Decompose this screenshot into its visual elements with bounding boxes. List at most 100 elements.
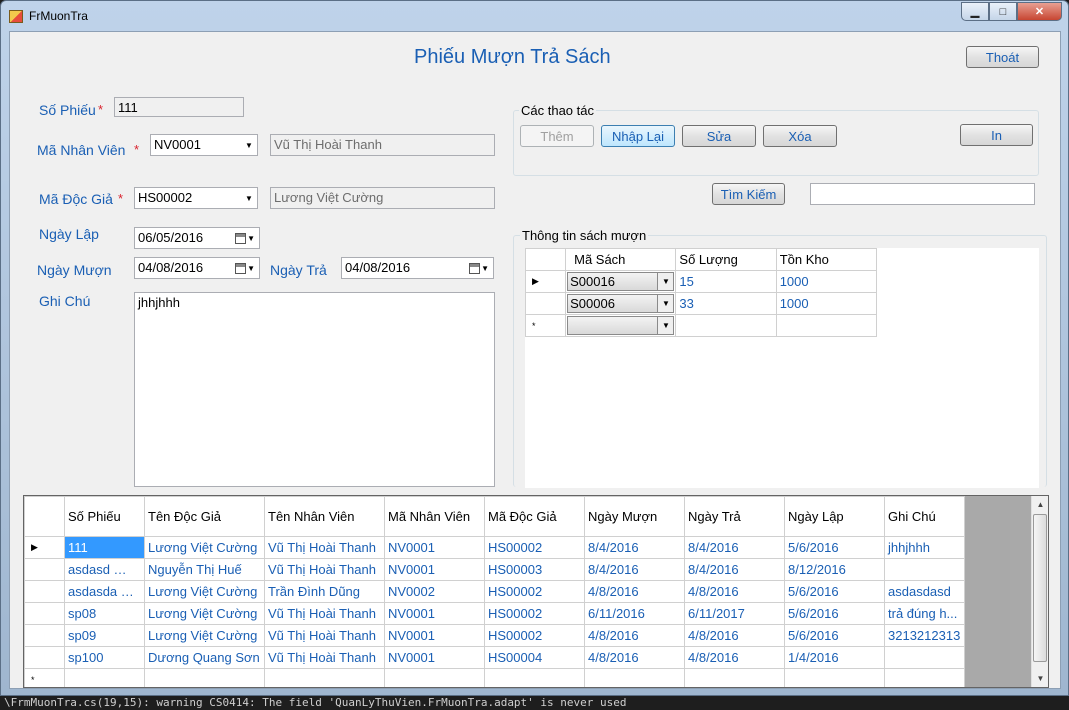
ngay-tra-datepicker[interactable]: 04/08/2016 ▼ xyxy=(341,257,494,279)
vertical-scrollbar[interactable]: ▲ ▼ xyxy=(1031,496,1048,687)
ma-doc-gia-combobox[interactable]: HS00002 ▼ xyxy=(134,187,258,209)
ghi-chu-cell[interactable] xyxy=(884,668,965,687)
so-phieu-field[interactable]: 111 xyxy=(114,97,244,117)
in-button[interactable]: In xyxy=(960,124,1033,146)
ton-kho-cell[interactable] xyxy=(775,314,878,337)
title-bar[interactable]: FrMuonTra ▁ □ ✕ xyxy=(1,1,1068,31)
main-grid[interactable]: Số Phiếu Tên Độc Giả Tên Nhân Viên Mã Nh… xyxy=(23,495,1049,688)
ten-nhan-vien-cell[interactable]: Trần Đình Dũng xyxy=(264,580,385,603)
so-luong-cell[interactable]: 15 xyxy=(675,270,777,293)
so-phieu-cell[interactable]: sp08 xyxy=(64,602,145,625)
so-luong-cell[interactable]: 33 xyxy=(675,292,777,315)
ten-doc-gia-cell[interactable]: Lương Việt Cường xyxy=(144,536,265,559)
new-row-marker[interactable]: * xyxy=(524,314,567,337)
ngay-tra-cell[interactable]: 4/8/2016 xyxy=(684,624,785,647)
ghi-chu-cell[interactable]: asdasdasd xyxy=(884,580,965,603)
sua-button[interactable]: Sửa xyxy=(682,125,756,147)
column-header[interactable]: Số Phiếu xyxy=(64,496,145,537)
ngay-tra-cell[interactable]: 8/4/2016 xyxy=(684,536,785,559)
table-row[interactable]: * ▼ xyxy=(524,314,878,337)
column-header[interactable]: Mã Nhân Viên xyxy=(384,496,485,537)
so-phieu-cell[interactable] xyxy=(64,668,145,687)
ngay-muon-cell[interactable]: 4/8/2016 xyxy=(584,624,685,647)
ten-nhan-vien-cell[interactable]: Vũ Thị Hoài Thanh xyxy=(264,646,385,669)
ma-doc-gia-cell[interactable]: HS00002 xyxy=(484,602,585,625)
scroll-down-icon[interactable]: ▼ xyxy=(1032,670,1048,687)
column-header[interactable]: Mã Sách xyxy=(565,248,677,271)
ton-kho-cell[interactable]: 1000 xyxy=(775,292,878,315)
table-row[interactable]: sp100 Dương Quang Sơn Vũ Thị Hoài Thanh … xyxy=(24,646,965,669)
ghi-chu-cell[interactable]: trả đúng h... xyxy=(884,602,965,625)
so-phieu-cell[interactable]: asdasda … xyxy=(64,580,145,603)
ngay-lap-cell[interactable]: 5/6/2016 xyxy=(784,624,885,647)
close-button[interactable]: ✕ xyxy=(1017,2,1062,21)
column-header[interactable]: Tên Độc Giả xyxy=(144,496,265,537)
calendar-icon[interactable]: ▼ xyxy=(469,261,489,275)
column-header[interactable]: Ngày Lập xyxy=(784,496,885,537)
ngay-tra-cell[interactable]: 6/11/2017 xyxy=(684,602,785,625)
ten-doc-gia-cell[interactable]: Dương Quang Sơn xyxy=(144,646,265,669)
column-header[interactable]: Số Lượng xyxy=(675,248,777,271)
ma-nhan-vien-cell[interactable]: NV0001 xyxy=(384,624,485,647)
them-button[interactable]: Thêm xyxy=(520,125,594,147)
ngay-muon-cell[interactable]: 8/4/2016 xyxy=(584,558,685,581)
ma-doc-gia-cell[interactable] xyxy=(484,668,585,687)
column-header[interactable]: Tên Nhân Viên xyxy=(264,496,385,537)
ma-nhan-vien-cell[interactable]: NV0001 xyxy=(384,536,485,559)
chevron-down-icon[interactable]: ▼ xyxy=(241,135,257,155)
ten-nhan-vien-field[interactable]: Vũ Thị Hoài Thanh xyxy=(270,134,495,156)
so-luong-cell[interactable] xyxy=(675,314,777,337)
ma-doc-gia-cell[interactable]: HS00002 xyxy=(484,536,585,559)
row-selector[interactable] xyxy=(24,580,65,603)
column-header[interactable]: Tồn Kho xyxy=(775,248,878,271)
ten-nhan-vien-cell[interactable]: Vũ Thị Hoài Thanh xyxy=(264,558,385,581)
ghi-chu-cell[interactable]: jhhjhhh xyxy=(884,536,965,559)
ghi-chu-cell[interactable] xyxy=(884,646,965,669)
nhap-lai-button[interactable]: Nhập Lại xyxy=(601,125,675,147)
table-row[interactable]: asdasda … Lương Việt Cường Trần Đình Dũn… xyxy=(24,580,965,603)
ten-doc-gia-field[interactable]: Lương Việt Cường xyxy=(270,187,495,209)
so-phieu-cell[interactable]: asdasd … xyxy=(64,558,145,581)
chevron-down-icon[interactable]: ▼ xyxy=(657,317,674,334)
ghi-chu-textarea[interactable]: jhhjhhh xyxy=(134,292,495,487)
ma-sach-cell-combobox[interactable]: S00006 ▼ xyxy=(567,294,675,313)
ngay-lap-datepicker[interactable]: 06/05/2016 ▼ xyxy=(134,227,260,249)
ten-doc-gia-cell[interactable]: Nguyễn Thị Huế xyxy=(144,558,265,581)
chevron-down-icon[interactable]: ▼ xyxy=(241,188,257,208)
book-grid[interactable]: Mã Sách Số Lượng Tồn Kho ▶ S00016 ▼ 15 10… xyxy=(524,248,1039,488)
ma-nhan-vien-cell[interactable]: NV0001 xyxy=(384,602,485,625)
row-selector[interactable]: ▶ xyxy=(24,536,65,559)
column-header[interactable]: Mã Độc Giả xyxy=(484,496,585,537)
ten-doc-gia-cell[interactable] xyxy=(144,668,265,687)
ghi-chu-cell[interactable] xyxy=(884,558,965,581)
ngay-tra-cell[interactable]: 4/8/2016 xyxy=(684,646,785,669)
chevron-down-icon[interactable]: ▼ xyxy=(657,273,674,290)
ngay-tra-cell[interactable]: 8/4/2016 xyxy=(684,558,785,581)
ma-nhan-vien-cell[interactable]: NV0001 xyxy=(384,558,485,581)
row-selector[interactable] xyxy=(24,558,65,581)
ngay-muon-cell[interactable] xyxy=(584,668,685,687)
exit-button[interactable]: Thoát xyxy=(966,46,1039,68)
so-phieu-cell[interactable]: 111 xyxy=(64,536,145,559)
so-phieu-cell[interactable]: sp100 xyxy=(64,646,145,669)
ten-doc-gia-cell[interactable]: Lương Việt Cường xyxy=(144,602,265,625)
table-row[interactable]: * xyxy=(24,668,965,687)
tim-kiem-button[interactable]: Tìm Kiếm xyxy=(712,183,785,205)
ten-doc-gia-cell[interactable]: Lương Việt Cường xyxy=(144,624,265,647)
ghi-chu-cell[interactable]: 3213212313 xyxy=(884,624,965,647)
maximize-button[interactable]: □ xyxy=(989,2,1017,21)
calendar-icon[interactable]: ▼ xyxy=(235,261,255,275)
row-selector[interactable]: ▶ xyxy=(524,270,567,293)
ma-nhan-vien-combobox[interactable]: NV0001 ▼ xyxy=(150,134,258,156)
ma-doc-gia-cell[interactable]: HS00004 xyxy=(484,646,585,669)
ton-kho-cell[interactable]: 1000 xyxy=(775,270,878,293)
scroll-up-icon[interactable]: ▲ xyxy=(1032,496,1048,513)
ma-nhan-vien-cell[interactable]: NV0001 xyxy=(384,646,485,669)
table-row[interactable]: sp09 Lương Việt Cường Vũ Thị Hoài Thanh … xyxy=(24,624,965,647)
column-header[interactable]: Ngày Trả xyxy=(684,496,785,537)
row-selector[interactable] xyxy=(24,624,65,647)
ngay-muon-datepicker[interactable]: 04/08/2016 ▼ xyxy=(134,257,260,279)
ten-nhan-vien-cell[interactable] xyxy=(264,668,385,687)
row-selector[interactable] xyxy=(24,646,65,669)
table-row[interactable]: ▶ 111 Lương Việt Cường Vũ Thị Hoài Thanh… xyxy=(24,536,965,559)
